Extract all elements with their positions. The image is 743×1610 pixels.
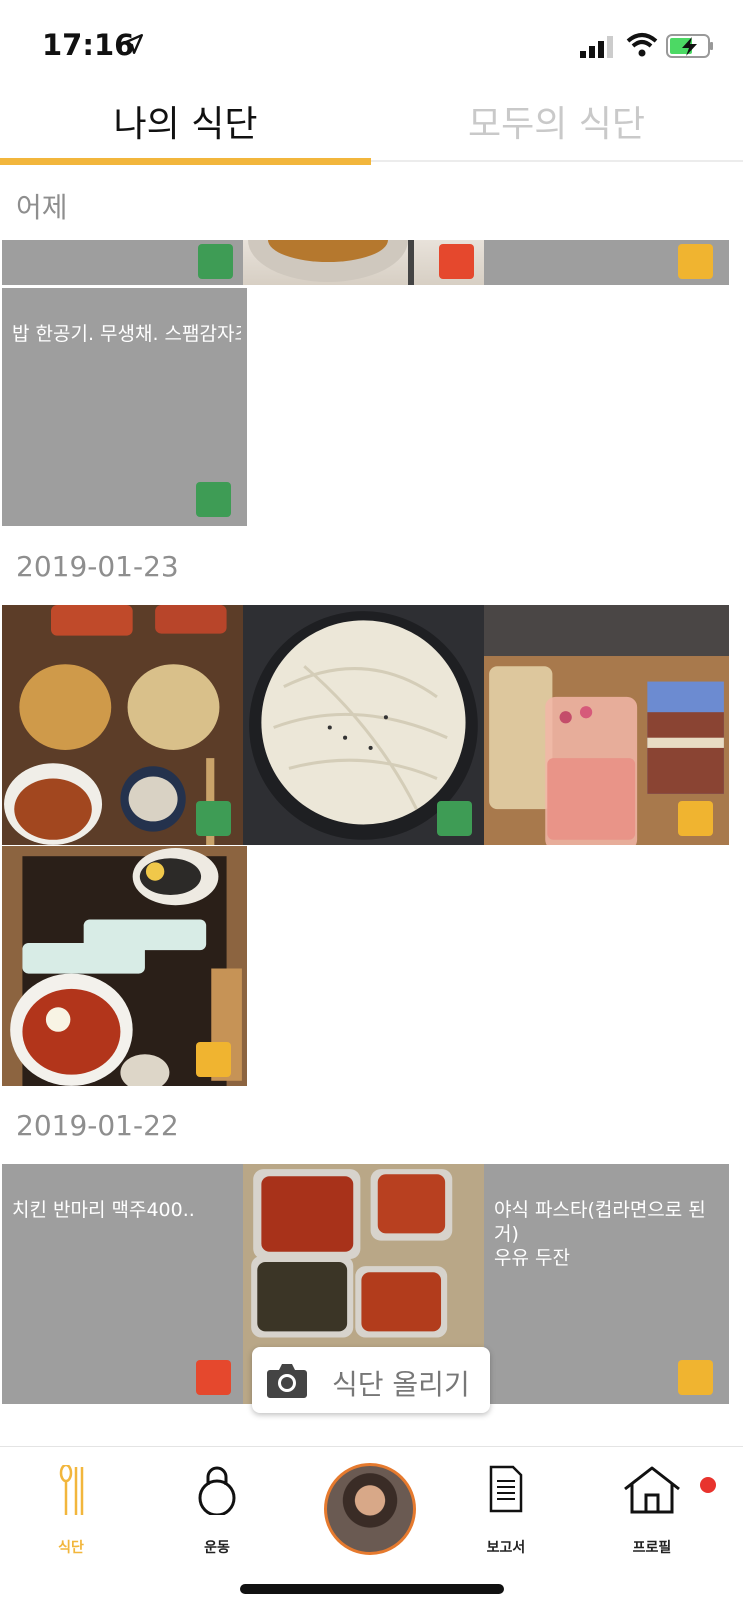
- meal-tile[interactable]: 밥 한공기. 무생채. 스팸감자조: [2, 288, 247, 526]
- upload-meal-button[interactable]: 식단 올리기: [252, 1347, 490, 1413]
- document-icon: [489, 1465, 523, 1513]
- home-indicator: [240, 1584, 504, 1594]
- upload-meal-label: 식단 올리기: [332, 1368, 470, 1401]
- meal-tile[interactable]: [243, 240, 488, 285]
- status-badge: [196, 1360, 231, 1395]
- nav-report-label: 보고서: [486, 1540, 526, 1556]
- status-badge: [439, 244, 474, 279]
- status-badge: [678, 1360, 713, 1395]
- meal-tile[interactable]: [484, 605, 729, 845]
- meal-description: 밥 한공기. 무생채. 스팸감자조: [12, 323, 241, 345]
- meal-description: 치킨 반마리 맥주400..: [12, 1199, 195, 1221]
- battery-charging-icon: [666, 34, 713, 58]
- profile-avatar[interactable]: [324, 1463, 416, 1555]
- status-badge: [196, 482, 231, 517]
- tab-everyone-meals[interactable]: 모두의 식단: [371, 95, 742, 155]
- status-badge: [198, 244, 233, 279]
- status-time: 17:16: [42, 28, 135, 62]
- meal-description: 야식 파스타(컵라면으로 된거) 우유 두잔: [494, 1199, 706, 1269]
- camera-icon: [267, 1364, 307, 1398]
- meal-tile[interactable]: 치킨 반마리 맥주400..: [2, 1164, 247, 1404]
- section-date-label: 2019-01-22: [16, 1109, 179, 1142]
- nav-meals-label: 식단: [58, 1540, 84, 1556]
- status-badge: [196, 801, 231, 836]
- section-date-label: 어제: [16, 191, 68, 224]
- nav-profile-label: 프로필: [632, 1540, 672, 1556]
- nav-exercise-label: 운동: [204, 1540, 230, 1556]
- meal-tile[interactable]: [484, 240, 729, 285]
- cellular-signal-icon: [580, 36, 613, 58]
- lock-icon: [198, 1466, 236, 1515]
- meal-tile[interactable]: [243, 605, 488, 845]
- meal-tile[interactable]: 야식 파스타(컵라면으로 된거) 우유 두잔: [484, 1164, 729, 1404]
- spoon-chopsticks-icon: [59, 1465, 84, 1515]
- status-badge: [678, 801, 713, 836]
- tab-active-indicator: [0, 158, 371, 165]
- house-icon: [624, 1466, 680, 1514]
- wifi-icon: [626, 33, 658, 57]
- status-badge: [196, 1042, 231, 1077]
- status-badge: [437, 801, 472, 836]
- tab-my-meals[interactable]: 나의 식단: [0, 95, 371, 155]
- section-date-label: 2019-01-23: [16, 550, 179, 583]
- meal-tile[interactable]: [2, 846, 247, 1086]
- status-badge: [678, 244, 713, 279]
- meal-tile[interactable]: [2, 605, 247, 845]
- notification-dot: [700, 1477, 716, 1493]
- meal-tile[interactable]: [2, 240, 247, 285]
- status-bar: 17:16: [0, 0, 743, 92]
- location-arrow-icon: [122, 33, 144, 55]
